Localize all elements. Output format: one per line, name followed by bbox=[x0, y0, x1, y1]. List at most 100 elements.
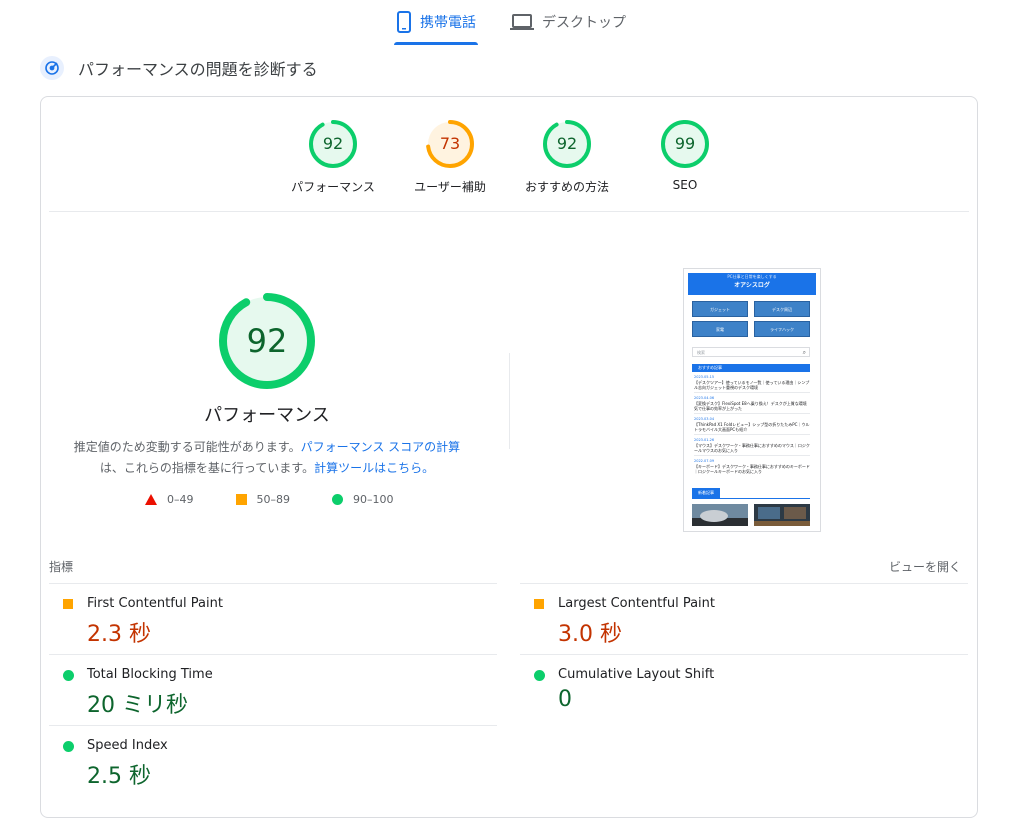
screenshot-nav-button: ガジェット bbox=[692, 301, 748, 317]
circle-icon bbox=[332, 494, 343, 505]
metric-value: 2.3 秒 bbox=[87, 622, 151, 647]
divider bbox=[694, 392, 810, 393]
screenshot-search-placeholder: 検索 bbox=[697, 350, 705, 355]
performance-big-gauge: 92 bbox=[219, 293, 315, 389]
score-legend: 0–49 50–89 90–100 bbox=[145, 493, 394, 506]
screenshot-section-label: おすすめ記事 bbox=[692, 364, 810, 372]
metric-name: Largest Contentful Paint bbox=[558, 596, 716, 611]
laptop-icon bbox=[510, 13, 534, 31]
desc-text-1: 推定値のため変動する可能性があります。 bbox=[73, 440, 301, 454]
pass-circle-icon bbox=[63, 670, 74, 681]
active-tab-indicator bbox=[394, 42, 478, 45]
search-icon: ⌕ bbox=[802, 349, 806, 356]
triangle-icon bbox=[145, 494, 157, 505]
desc-text-2: は、これらの指標を基に行っています。 bbox=[99, 461, 315, 475]
legend-range: 50–89 bbox=[256, 493, 291, 506]
average-square-icon bbox=[63, 599, 73, 609]
legend-range: 90–100 bbox=[353, 493, 394, 506]
diagnose-header: パフォーマンスの問題を診断する bbox=[40, 54, 318, 82]
gauge-ring: 99 bbox=[661, 120, 709, 168]
average-square-icon bbox=[534, 599, 544, 609]
post-title: 【ThinkPad X1 Foldレビュー】シップ型の折りたたみPC｜ウルトラモ… bbox=[694, 422, 810, 432]
gauge-label: おすすめの方法 bbox=[524, 180, 609, 194]
divider bbox=[694, 455, 810, 456]
metric-name: First Contentful Paint bbox=[87, 596, 223, 611]
device-tabs: 携帯電話 デスクトップ bbox=[0, 0, 1024, 46]
final-screenshot[interactable]: PC仕事と日常を楽しくする オアシスログ ガジェット デスク周辺 家電 ライフハ… bbox=[683, 268, 821, 532]
tab-mobile-label: 携帯電話 bbox=[420, 15, 476, 31]
divider bbox=[694, 413, 810, 414]
legend-fail: 0–49 bbox=[145, 493, 194, 506]
legend-pass: 90–100 bbox=[332, 493, 394, 506]
post-title: 【キーボード】デスクワーク・事務仕事におすすめのキーボード｜ロジクールキーボード… bbox=[694, 464, 810, 474]
screenshot-post: 2023.05.15 【デスクツアー】使っているモノ一覧｜使っている理由｜シンプ… bbox=[694, 375, 810, 393]
screenshot-nav-button: デスク周辺 bbox=[754, 301, 810, 317]
diagnose-icon bbox=[40, 56, 64, 80]
gauge-score: 73 bbox=[439, 134, 461, 153]
metric-name: Cumulative Layout Shift bbox=[558, 667, 715, 682]
score-calc-link[interactable]: パフォーマンス スコアの計算 bbox=[301, 440, 461, 454]
metric-name: Total Blocking Time bbox=[87, 667, 213, 682]
pass-circle-icon bbox=[63, 741, 74, 752]
divider bbox=[692, 498, 810, 499]
divider bbox=[49, 725, 497, 726]
metrics-heading: 指標 bbox=[49, 560, 74, 574]
screenshot-post: 2023.01.26 【マウス】デスクワーク・事務仕事におすすめのマウス｜ロジク… bbox=[694, 438, 810, 456]
performance-description: 推定値のため変動する可能性があります。パフォーマンス スコアの計算 は、これらの… bbox=[61, 437, 473, 479]
gauge-label: パフォーマンス bbox=[291, 180, 375, 194]
performance-title: パフォーマンス bbox=[204, 405, 330, 426]
tab-desktop[interactable]: デスクトップ bbox=[510, 0, 628, 44]
gauge-ring: 73 bbox=[426, 120, 474, 168]
screenshot-site-title: オアシスログ bbox=[734, 282, 770, 289]
metric-value: 3.0 秒 bbox=[558, 622, 622, 647]
screenshot-thumbnail bbox=[754, 504, 810, 526]
divider bbox=[520, 654, 968, 655]
gauge-score: 92 bbox=[556, 134, 578, 153]
post-title: 【デスクツアー】使っているモノ一覧｜使っている理由｜シンプル志向ガジェット重視の… bbox=[694, 380, 810, 390]
square-icon bbox=[235, 494, 247, 505]
post-title: 【マウス】デスクワーク・事務仕事におすすめのマウス｜ロジクールマウスのお気に入り bbox=[694, 443, 810, 453]
gauges-divider bbox=[49, 211, 969, 212]
legend-range: 0–49 bbox=[167, 493, 194, 506]
diagnose-title: パフォーマンスの問題を診断する bbox=[78, 60, 318, 79]
screenshot-post: 2023.04.06 【変換デスク】FlexiSpot E8へ乗り換え！デスクが… bbox=[694, 396, 810, 414]
screenshot-tag-label: 新着記事 bbox=[692, 488, 720, 498]
screenshot-thumbnail bbox=[692, 504, 748, 526]
gauge-label: ユーザー補助 bbox=[414, 180, 486, 194]
screenshot-search: 検索 ⌕ bbox=[692, 347, 810, 357]
divider bbox=[520, 583, 968, 584]
gauge-accessibility[interactable]: 73 ユーザー補助 bbox=[400, 120, 500, 195]
gauge-best-practices[interactable]: 92 おすすめの方法 bbox=[517, 120, 617, 195]
metric-value: 0 bbox=[558, 687, 572, 712]
metric-value: 20 ミリ秒 bbox=[87, 693, 188, 718]
mobile-phone-icon bbox=[396, 11, 412, 33]
metric-value: 2.5 秒 bbox=[87, 764, 151, 789]
screenshot-site-subtitle: PC仕事と日常を楽しくする bbox=[727, 274, 777, 279]
vertical-divider bbox=[509, 353, 510, 449]
report-card: 92 パフォーマンス 73 ユーザー補助 92 おすすめの方法 99 SEO 9… bbox=[40, 96, 978, 818]
gauge-label: SEO bbox=[672, 178, 698, 192]
divider bbox=[49, 654, 497, 655]
gauge-seo[interactable]: 99 SEO bbox=[635, 120, 735, 192]
pass-circle-icon bbox=[534, 670, 545, 681]
post-title: 【変換デスク】FlexiSpot E8へ乗り換え！デスクが上質な環境気で仕事の効… bbox=[694, 401, 807, 411]
tab-mobile[interactable]: 携帯電話 bbox=[394, 0, 478, 44]
tab-desktop-label: デスクトップ bbox=[542, 15, 626, 31]
performance-score: 92 bbox=[246, 322, 288, 360]
gauge-score: 92 bbox=[322, 134, 344, 153]
gauge-performance[interactable]: 92 パフォーマンス bbox=[283, 120, 383, 195]
screenshot-post: 2023.03.04 【ThinkPad X1 Foldレビュー】シップ型の折り… bbox=[694, 417, 810, 435]
screenshot-site-header: PC仕事と日常を楽しくする オアシスログ bbox=[688, 273, 816, 295]
legend-average: 50–89 bbox=[235, 493, 291, 506]
screenshot-nav-button: 家電 bbox=[692, 321, 748, 337]
divider bbox=[49, 583, 497, 584]
gauge-score: 99 bbox=[674, 134, 696, 153]
calculator-link[interactable]: 計算ツールはこちら。 bbox=[314, 461, 434, 475]
screenshot-post: 2022.07.09 【キーボード】デスクワーク・事務仕事におすすめのキーボード… bbox=[694, 459, 810, 474]
screenshot-nav-button: ライフハック bbox=[754, 321, 810, 337]
gauge-ring: 92 bbox=[543, 120, 591, 168]
divider bbox=[694, 434, 810, 435]
gauge-ring: 92 bbox=[309, 120, 357, 168]
metric-name: Speed Index bbox=[87, 738, 168, 753]
expand-view-toggle[interactable]: ビューを開く bbox=[889, 558, 961, 575]
